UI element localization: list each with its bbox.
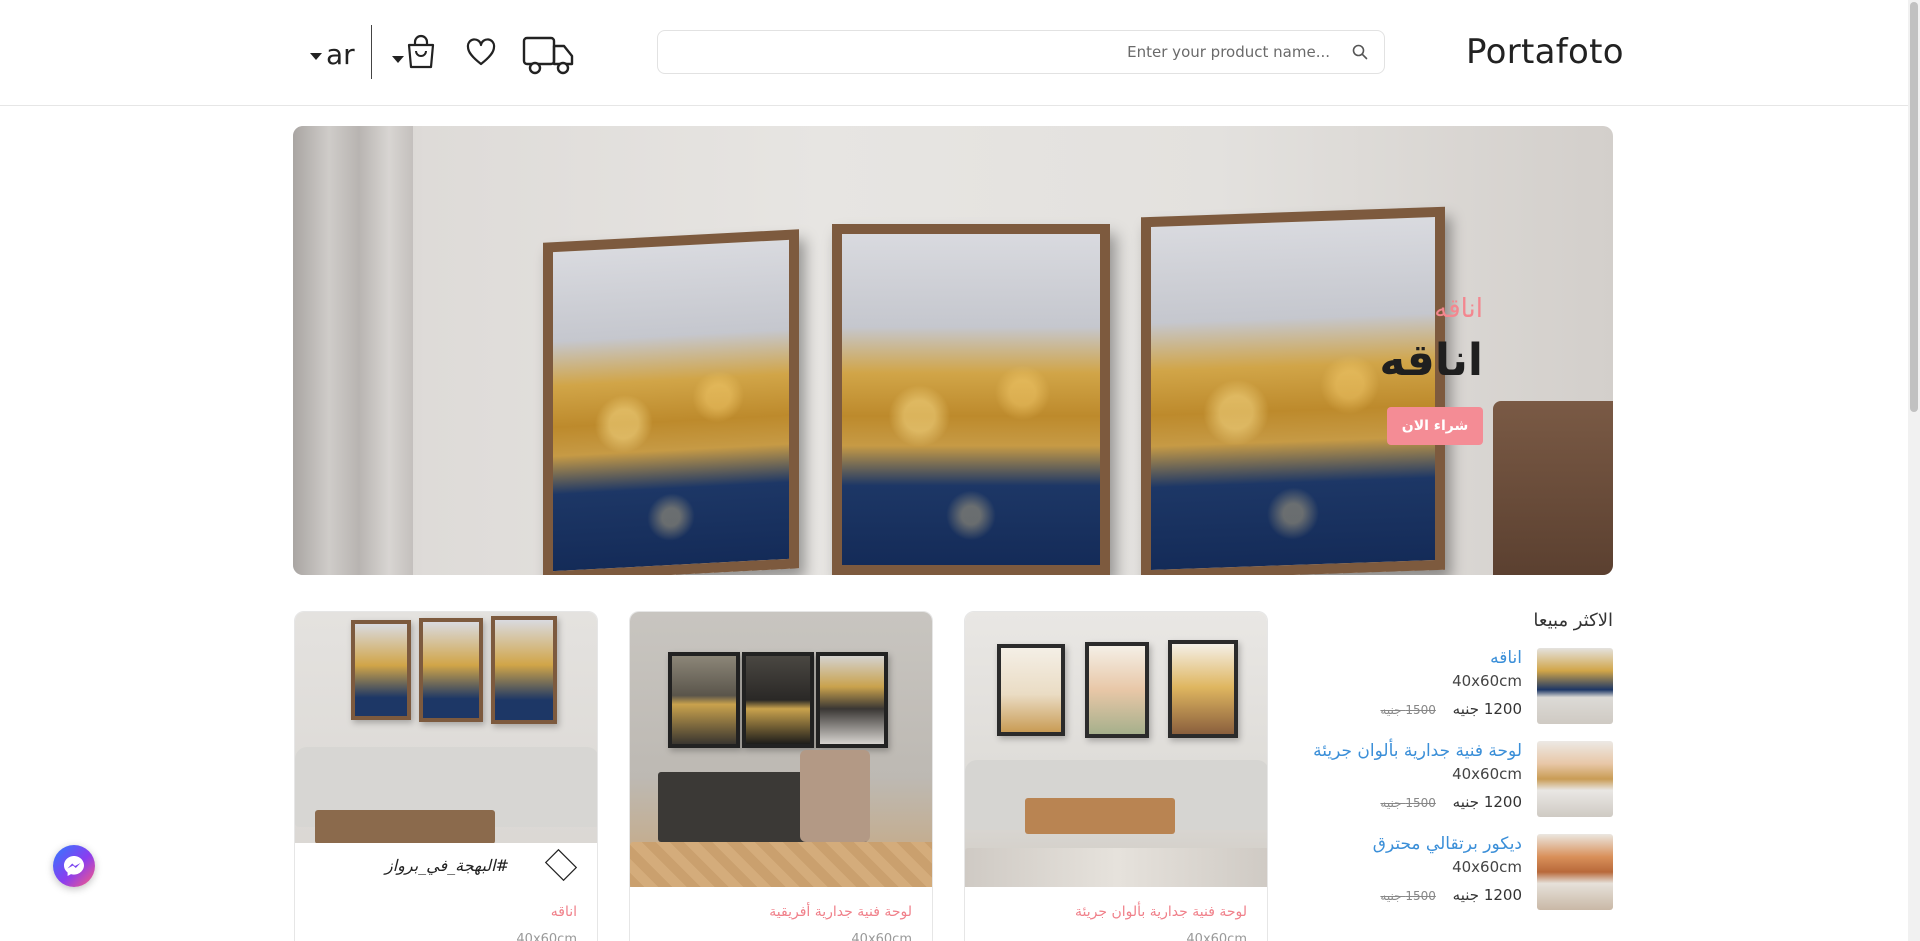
current-price: 1200 جنيه	[1452, 793, 1522, 811]
brand-hashtag: #البهجة_في_برواز	[385, 856, 509, 875]
best-seller-item[interactable]: ديكور برتقالي محترق 40x60cm 1200 جنيه 15…	[1300, 834, 1613, 912]
product-size: 40x60cm	[851, 932, 912, 941]
product-title[interactable]: اناقه	[551, 904, 577, 920]
brand-logo-mark	[544, 848, 578, 882]
product-title[interactable]: لوحة فنية جدارية أفريقية	[769, 904, 912, 920]
search-bar	[657, 30, 1385, 74]
chevron-down-icon	[392, 56, 404, 63]
product-size: 40x60cm	[1186, 932, 1247, 941]
messenger-chat-button[interactable]	[53, 845, 95, 887]
hero-title: اناقه	[1379, 335, 1483, 386]
hero-text: اناقه اناقه	[1323, 294, 1483, 384]
best-seller-item[interactable]: اناقه 40x60cm 1200 جنيه 1500 جنيه	[1300, 648, 1613, 726]
cart-icon	[407, 34, 435, 69]
old-price: 1500 جنيه	[1380, 796, 1436, 810]
product-card[interactable]: لوحة فنية جدارية أفريقية 40x60cm	[629, 611, 933, 941]
product-size: 40x60cm	[516, 932, 577, 941]
hero-curtain	[293, 126, 413, 575]
site-logo[interactable]: Portafoto	[1466, 32, 1624, 72]
old-price: 1500 جنيه	[1380, 889, 1436, 903]
hero-artwork-panel	[1141, 206, 1445, 575]
brand-strip: #البهجة_في_برواز	[295, 843, 597, 887]
best-seller-item[interactable]: لوحة فنية جدارية بألوان جريئة 40x60cm 12…	[1300, 741, 1613, 819]
best-seller-name[interactable]: لوحة فنية جدارية بألوان جريئة	[1313, 741, 1522, 761]
hero-chair	[1493, 401, 1613, 575]
product-image[interactable]	[965, 612, 1267, 887]
best-seller-price: 1200 جنيه 1500 جنيه	[1380, 793, 1522, 811]
best-seller-size: 40x60cm	[1452, 765, 1522, 783]
best-seller-thumbnail[interactable]	[1537, 741, 1613, 817]
best-seller-price: 1200 جنيه 1500 جنيه	[1380, 886, 1522, 904]
hero-banner[interactable]: اناقه اناقه شراء الان	[293, 126, 1613, 575]
current-price: 1200 جنيه	[1452, 700, 1522, 718]
chevron-down-icon	[310, 52, 322, 60]
site-header: Portafoto ar	[0, 0, 1908, 106]
best-seller-size: 40x60cm	[1452, 672, 1522, 690]
page-scrollbar[interactable]	[1908, 0, 1920, 941]
heart-icon[interactable]	[466, 38, 496, 68]
hero-subtitle: اناقه	[1434, 294, 1483, 324]
best-seller-size: 40x60cm	[1452, 858, 1522, 876]
language-label: ar	[326, 37, 355, 71]
product-image[interactable]	[630, 612, 932, 887]
scrollbar-thumb[interactable]	[1910, 2, 1918, 412]
product-card[interactable]: لوحة فنية جدارية بألوان جريئة 40x60cm	[964, 611, 1268, 941]
header-divider	[371, 25, 372, 79]
cart-button[interactable]	[392, 34, 438, 72]
search-icon[interactable]	[1352, 44, 1368, 60]
best-sellers-heading: الاكثر مبيعا	[1533, 610, 1613, 631]
product-image[interactable]: #البهجة_في_برواز	[295, 612, 597, 887]
best-seller-thumbnail[interactable]	[1537, 648, 1613, 724]
best-seller-name[interactable]: اناقه	[1490, 648, 1522, 668]
hero-artwork-panel	[832, 224, 1110, 575]
best-seller-name[interactable]: ديكور برتقالي محترق	[1373, 834, 1522, 854]
messenger-icon	[64, 856, 84, 876]
product-card[interactable]: #البهجة_في_برواز اناقه 40x60cm	[294, 611, 598, 941]
old-price: 1500 جنيه	[1380, 703, 1436, 717]
best-seller-price: 1200 جنيه 1500 جنيه	[1380, 700, 1522, 718]
shop-now-button[interactable]: شراء الان	[1387, 407, 1483, 445]
truck-icon[interactable]	[522, 34, 574, 76]
language-selector[interactable]: ar	[310, 36, 360, 72]
hero-artwork-panel	[543, 229, 799, 575]
best-seller-thumbnail[interactable]	[1537, 834, 1613, 910]
product-title[interactable]: لوحة فنية جدارية بألوان جريئة	[1075, 904, 1247, 920]
search-input[interactable]	[670, 31, 1330, 73]
current-price: 1200 جنيه	[1452, 886, 1522, 904]
